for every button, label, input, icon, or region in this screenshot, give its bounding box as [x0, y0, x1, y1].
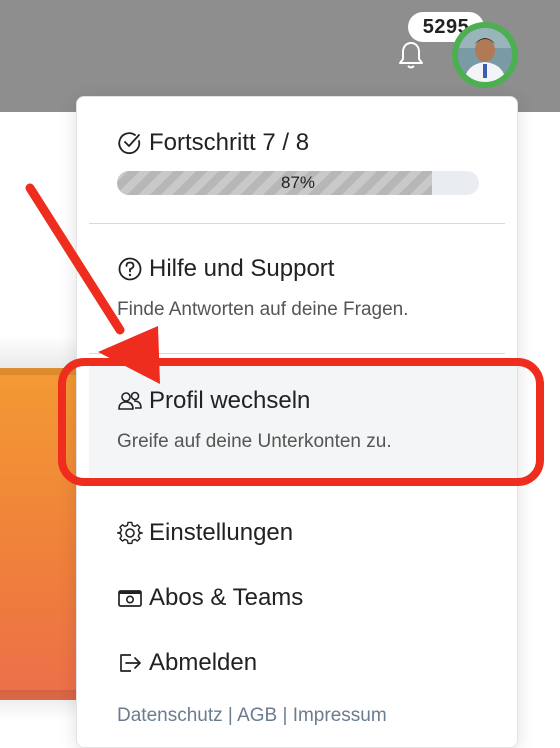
imprint-link[interactable]: Impressum	[293, 705, 387, 726]
divider	[89, 223, 505, 224]
footer-separator: |	[277, 705, 293, 726]
logout-item[interactable]: Abmelden	[117, 649, 257, 677]
progress-bar: 87%	[117, 171, 479, 195]
question-circle-icon	[118, 257, 142, 281]
user-dropdown-menu: Fortschritt 7 / 8 87% Hilfe und Support …	[76, 96, 518, 748]
terms-link[interactable]: AGB	[237, 705, 277, 726]
subscriptions-teams-item[interactable]: Abos & Teams	[117, 584, 303, 612]
help-support-subtitle: Finde Antworten auf deine Fragen.	[117, 299, 409, 320]
logout-icon	[120, 654, 141, 672]
logout-title: Abmelden	[149, 649, 258, 676]
background-orange-panel	[0, 368, 80, 700]
subscriptions-teams-title: Abos & Teams	[149, 584, 304, 611]
users-icon	[118, 391, 142, 410]
bell-icon[interactable]	[398, 40, 424, 70]
privacy-link[interactable]: Datenschutz	[117, 705, 223, 726]
switch-profile-item[interactable]: Profil wechseln	[117, 387, 310, 415]
settings-item[interactable]: Einstellungen	[117, 519, 293, 547]
switch-profile-subtitle: Greife auf deine Unterkonten zu.	[117, 431, 392, 452]
avatar[interactable]	[458, 28, 512, 82]
progress-title: Fortschritt 7 / 8	[149, 129, 310, 156]
gear-icon	[117, 521, 143, 545]
help-support-title: Hilfe und Support	[149, 255, 335, 282]
switch-profile-hover-bg	[89, 359, 517, 477]
footer-links: Datenschutz | AGB | Impressum	[117, 705, 387, 727]
money-icon	[118, 590, 142, 607]
settings-title: Einstellungen	[149, 519, 294, 546]
help-support-item[interactable]: Hilfe und Support	[117, 255, 334, 283]
progress-percent-label: 87%	[280, 173, 316, 192]
background-shadow-bottom	[0, 690, 80, 720]
divider	[89, 353, 505, 354]
check-circle-icon	[118, 132, 141, 155]
background-shadow	[0, 335, 80, 375]
switch-profile-title: Profil wechseln	[149, 387, 311, 414]
progress-row[interactable]: Fortschritt 7 / 8	[117, 129, 309, 157]
footer-separator: |	[222, 705, 238, 726]
